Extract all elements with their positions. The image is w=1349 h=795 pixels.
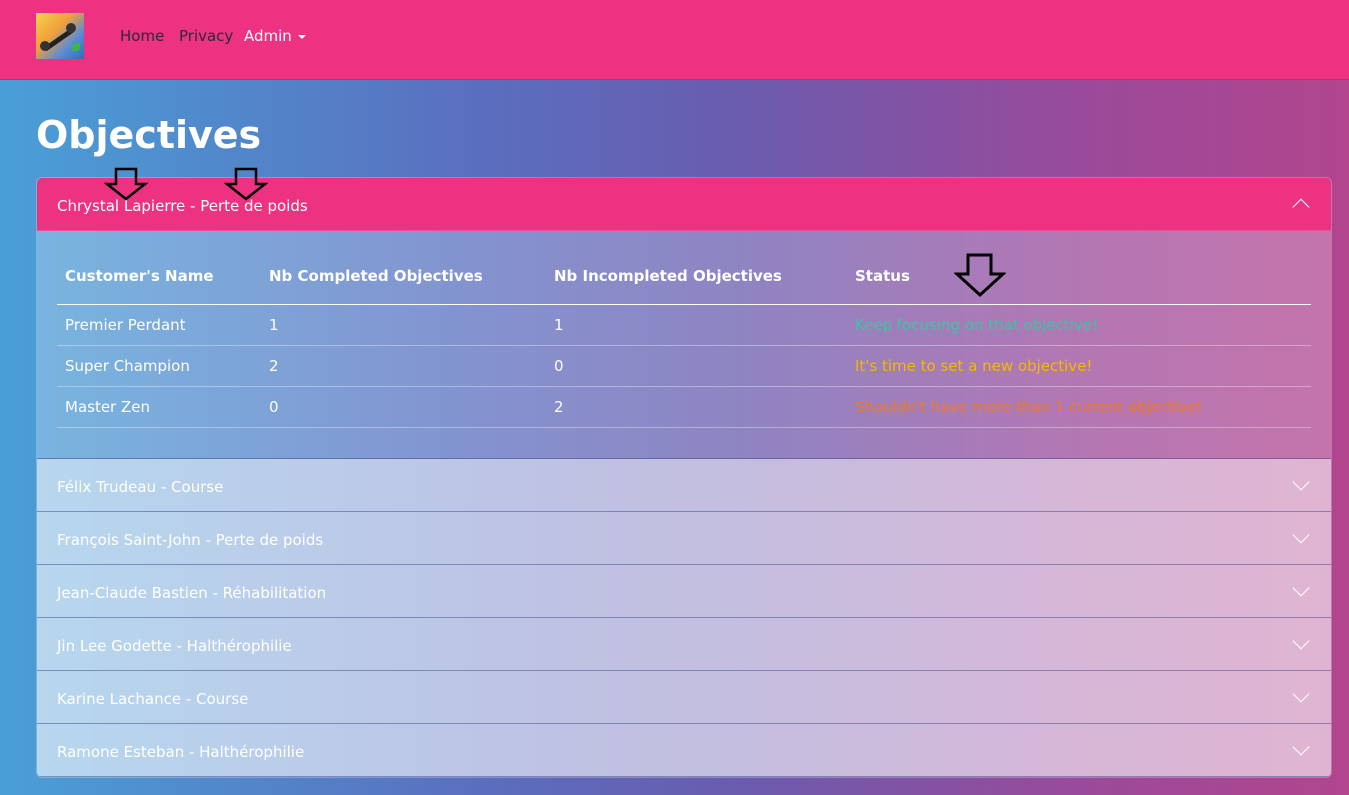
column-header-status: Status [847, 249, 1311, 305]
accordion-header-label: Jean-Claude Bastien - Réhabilitation [57, 584, 327, 602]
cell-name: Super Champion [57, 345, 261, 387]
cell-name: Premier Perdant [57, 304, 261, 346]
accordion-header-label: Jin Lee Godette - Halthérophilie [57, 637, 292, 655]
chevron-down-icon [1292, 632, 1310, 650]
cell-completed: 1 [261, 304, 546, 346]
down-arrow-icon [104, 167, 148, 201]
accordion-header-label: Ramone Esteban - Halthérophilie [57, 743, 305, 761]
objectives-table: Customer's Name Nb Completed Objectives … [57, 249, 1311, 428]
cell-incompleted: 2 [546, 386, 847, 428]
table-header-row: Customer's Name Nb Completed Objectives … [57, 249, 1311, 305]
accordion-header-label: François Saint-John - Perte de poids [57, 531, 324, 549]
nav-admin-label: Admin [244, 27, 292, 45]
accordion-header-label: Chrystal Lapierre - Perte de poids [57, 197, 308, 215]
cell-incompleted: 0 [546, 345, 847, 387]
chevron-down-icon [1292, 473, 1310, 491]
accordion-header[interactable]: Ramone Esteban - Halthérophilie [37, 724, 1331, 777]
nav-admin-dropdown[interactable]: Admin [244, 27, 306, 45]
page-title: Objectives [36, 113, 262, 157]
column-header-name: Customer's Name [57, 249, 261, 305]
objectives-accordion: Chrystal Lapierre - Perte de poids Custo… [36, 177, 1332, 778]
column-header-incompleted: Nb Incompleted Objectives [546, 249, 847, 305]
accordion-header[interactable]: Karine Lachance - Course [37, 671, 1331, 724]
chevron-down-icon [1292, 526, 1310, 544]
accordion-header[interactable]: Jin Lee Godette - Halthérophilie [37, 618, 1331, 671]
table-row: Premier Perdant 1 1 Keep focusing on that o… [57, 304, 1311, 346]
cell-name: Master Zen [57, 386, 261, 428]
down-arrow-icon [224, 167, 268, 201]
cell-incompleted: 1 [546, 304, 847, 346]
down-arrow-icon [954, 253, 1006, 298]
table-row: Super Champion 2 0 It's time to set a new o… [57, 345, 1311, 387]
chevron-down-icon [1292, 738, 1310, 756]
cell-status: Keep focusing on that objective! [847, 304, 1311, 346]
nav-home-link[interactable]: Home [120, 27, 164, 45]
cell-status: Shouldn't have more than 1 current objec… [847, 386, 1311, 428]
caret-down-icon [297, 34, 306, 39]
accordion-header[interactable]: Jean-Claude Bastien - Réhabilitation [37, 565, 1331, 618]
accordion-header-label: Félix Trudeau - Course [57, 478, 224, 496]
accordion-header[interactable]: François Saint-John - Perte de poids [37, 512, 1331, 565]
cell-completed: 0 [261, 386, 546, 428]
nav-privacy-link[interactable]: Privacy [179, 27, 233, 45]
cell-completed: 2 [261, 345, 546, 387]
navbar: Home Privacy Admin [0, 0, 1349, 80]
accordion-body: Customer's Name Nb Completed Objectives … [37, 231, 1331, 459]
cell-status: It's time to set a new objective! [847, 345, 1311, 387]
table-row: Master Zen 0 2 Shouldn't have more than 1 c… [57, 386, 1311, 428]
logo[interactable] [36, 13, 84, 59]
accordion-header-label: Karine Lachance - Course [57, 690, 249, 708]
chevron-down-icon [1292, 685, 1310, 703]
accordion-header[interactable]: Félix Trudeau - Course [37, 459, 1331, 512]
chevron-down-icon [1292, 579, 1310, 597]
chevron-up-icon [1292, 198, 1310, 216]
column-header-completed: Nb Completed Objectives [261, 249, 546, 305]
